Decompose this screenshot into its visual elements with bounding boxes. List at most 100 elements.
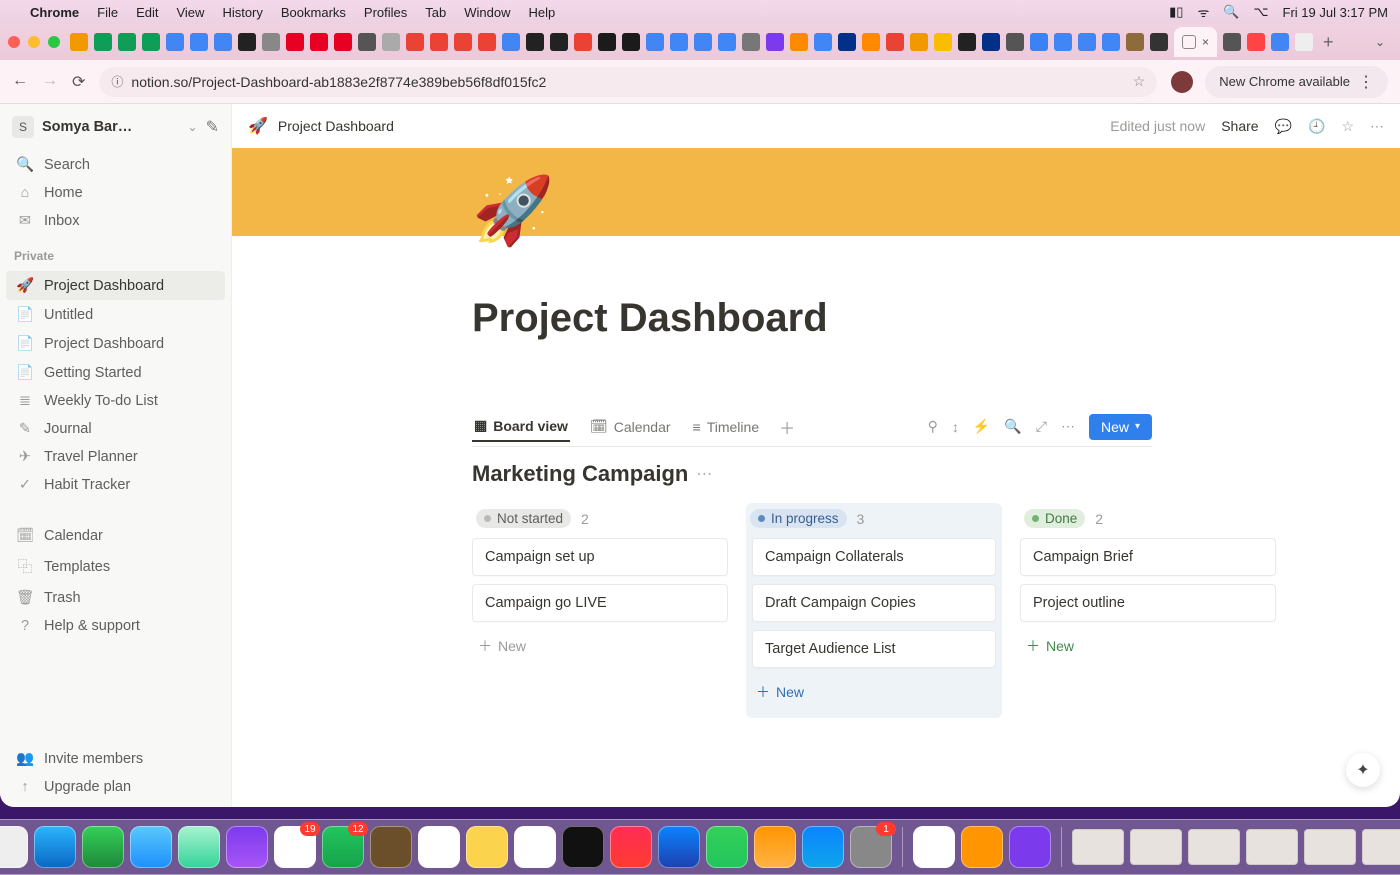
sidebar-top-1[interactable]: ⌂Home xyxy=(6,179,225,207)
sidebar-page-7[interactable]: ✓Habit Tracker xyxy=(6,471,225,499)
tab-favicon[interactable] xyxy=(574,33,592,51)
tab-favicon[interactable] xyxy=(334,33,352,51)
dock-minimized-window[interactable] xyxy=(1246,829,1298,865)
tab-favicon[interactable] xyxy=(1223,33,1241,51)
dock-app-chrome[interactable] xyxy=(913,826,955,868)
tab-favicon[interactable] xyxy=(358,33,376,51)
tab-favicon[interactable] xyxy=(142,33,160,51)
tab-favicon[interactable] xyxy=(526,33,544,51)
chevron-down-icon[interactable]: ⌄ xyxy=(188,120,198,134)
tab-favicon[interactable] xyxy=(766,33,784,51)
tab-favicon[interactable] xyxy=(670,33,688,51)
dock-app-books[interactable] xyxy=(961,826,1003,868)
sidebar-util-0[interactable]: 🗓Calendar xyxy=(6,521,225,550)
sidebar-page-0[interactable]: 🚀Project Dashboard xyxy=(6,271,225,300)
status-pill[interactable]: Done xyxy=(1024,509,1085,528)
board-card[interactable]: Campaign go LIVE xyxy=(472,584,728,622)
status-pill[interactable]: Not started xyxy=(476,509,571,528)
dock-app-maps[interactable] xyxy=(178,826,220,868)
sidebar-page-5[interactable]: ✎Journal xyxy=(6,415,225,443)
add-card-button[interactable]: ＋New xyxy=(472,630,728,662)
tab-favicon[interactable] xyxy=(118,33,136,51)
menubar-app-name[interactable]: Chrome xyxy=(30,5,79,20)
control-center-icon[interactable]: ⌥ xyxy=(1254,4,1269,20)
sidebar-util-3[interactable]: ?Help & support xyxy=(6,612,225,640)
tab-favicon[interactable] xyxy=(94,33,112,51)
favorite-icon[interactable]: ☆ xyxy=(1341,118,1354,135)
tab-close-icon[interactable]: × xyxy=(1202,35,1209,49)
automation-icon[interactable]: ⚡ xyxy=(973,418,990,435)
sort-icon[interactable]: ↕ xyxy=(952,419,959,435)
dock-app-launchpad[interactable] xyxy=(0,826,28,868)
dock-app-appstore[interactable] xyxy=(802,826,844,868)
window-minimize-icon[interactable] xyxy=(28,36,40,48)
tab-favicon[interactable] xyxy=(742,33,760,51)
new-record-button[interactable]: New ▾ xyxy=(1089,414,1152,440)
breadcrumb-emoji[interactable]: 🚀 xyxy=(248,116,268,136)
forward-icon[interactable]: → xyxy=(42,72,58,92)
tab-favicon[interactable] xyxy=(1102,33,1120,51)
background-tabs[interactable]: × + xyxy=(70,27,1364,57)
tab-favicon[interactable] xyxy=(262,33,280,51)
dock-app-reminders[interactable] xyxy=(418,826,460,868)
tab-favicon[interactable] xyxy=(430,33,448,51)
tab-favicon[interactable] xyxy=(382,33,400,51)
board-card[interactable]: Campaign set up xyxy=(472,538,728,576)
tab-favicon[interactable] xyxy=(1078,33,1096,51)
tab-favicon[interactable] xyxy=(1030,33,1048,51)
tab-favicon[interactable] xyxy=(838,33,856,51)
tab-favicon[interactable] xyxy=(454,33,472,51)
workspace-switcher[interactable]: S Somya Bar… ⌄ ✎ xyxy=(0,104,231,146)
tab-favicon[interactable] xyxy=(550,33,568,51)
sidebar-top-2[interactable]: ✉︎Inbox xyxy=(6,207,225,235)
tab-favicon[interactable] xyxy=(1271,33,1289,51)
updates-icon[interactable]: 🕘 xyxy=(1308,118,1325,135)
tab-favicon[interactable] xyxy=(982,33,1000,51)
search-icon[interactable]: 🔍 xyxy=(1004,418,1021,435)
menu-tab[interactable]: Tab xyxy=(425,5,446,20)
page-more-icon[interactable]: ⋯ xyxy=(1370,118,1384,135)
add-view-icon[interactable]: ＋ xyxy=(779,415,795,439)
board-card[interactable]: Campaign Brief xyxy=(1020,538,1276,576)
sidebar-util-1[interactable]: ⿻Templates xyxy=(6,550,225,583)
spotlight-icon[interactable]: 🔍 xyxy=(1223,4,1239,20)
menubar-clock[interactable]: Fri 19 Jul 3:17 PM xyxy=(1283,5,1389,20)
sidebar-page-6[interactable]: ✈︎Travel Planner xyxy=(6,443,225,471)
tab-favicon[interactable] xyxy=(646,33,664,51)
menu-profiles[interactable]: Profiles xyxy=(364,5,407,20)
tab-favicon[interactable] xyxy=(1247,33,1265,51)
page-title[interactable]: Project Dashboard xyxy=(472,296,1392,341)
chrome-profile-avatar[interactable] xyxy=(1171,71,1193,93)
ai-assist-fab[interactable]: ✦ xyxy=(1346,753,1380,787)
new-page-icon[interactable]: ✎ xyxy=(206,117,219,137)
board-card[interactable]: Target Audience List xyxy=(752,630,996,668)
dock-minimized-window[interactable] xyxy=(1072,829,1124,865)
dock-app-notes[interactable] xyxy=(466,826,508,868)
database-title-more-icon[interactable]: ⋯ xyxy=(696,464,712,484)
board-card[interactable]: Project outline xyxy=(1020,584,1276,622)
reload-icon[interactable]: ⟳ xyxy=(72,72,85,92)
menu-view[interactable]: View xyxy=(176,5,204,20)
dock-app-mail[interactable] xyxy=(130,826,172,868)
tab-favicon[interactable] xyxy=(1006,33,1024,51)
tab-favicon[interactable] xyxy=(166,33,184,51)
tab-favicon[interactable] xyxy=(718,33,736,51)
address-bar[interactable]: ⓘ notion.so/Project-Dashboard-ab1883e2f8… xyxy=(99,67,1157,97)
tab-favicon[interactable] xyxy=(1295,33,1313,51)
chrome-menu-icon[interactable]: ⋮ xyxy=(1358,72,1374,92)
dock-minimized-window[interactable] xyxy=(1188,829,1240,865)
sidebar-page-1[interactable]: 📄Untitled xyxy=(6,300,225,329)
menu-help[interactable]: Help xyxy=(529,5,556,20)
new-tab-icon[interactable]: + xyxy=(1319,32,1338,53)
dock-app-photos[interactable] xyxy=(226,826,268,868)
tab-favicon[interactable] xyxy=(790,33,808,51)
tab-favicon[interactable] xyxy=(598,33,616,51)
window-close-icon[interactable] xyxy=(8,36,20,48)
add-card-button[interactable]: ＋New xyxy=(1020,630,1276,662)
tab-favicon[interactable] xyxy=(1150,33,1168,51)
dock-app-numbers[interactable] xyxy=(706,826,748,868)
tab-favicon[interactable] xyxy=(622,33,640,51)
sidebar-page-4[interactable]: ≣Weekly To-do List xyxy=(6,387,225,415)
board-card[interactable]: Campaign Collaterals xyxy=(752,538,996,576)
chevron-down-icon[interactable]: ▾ xyxy=(1135,421,1140,432)
